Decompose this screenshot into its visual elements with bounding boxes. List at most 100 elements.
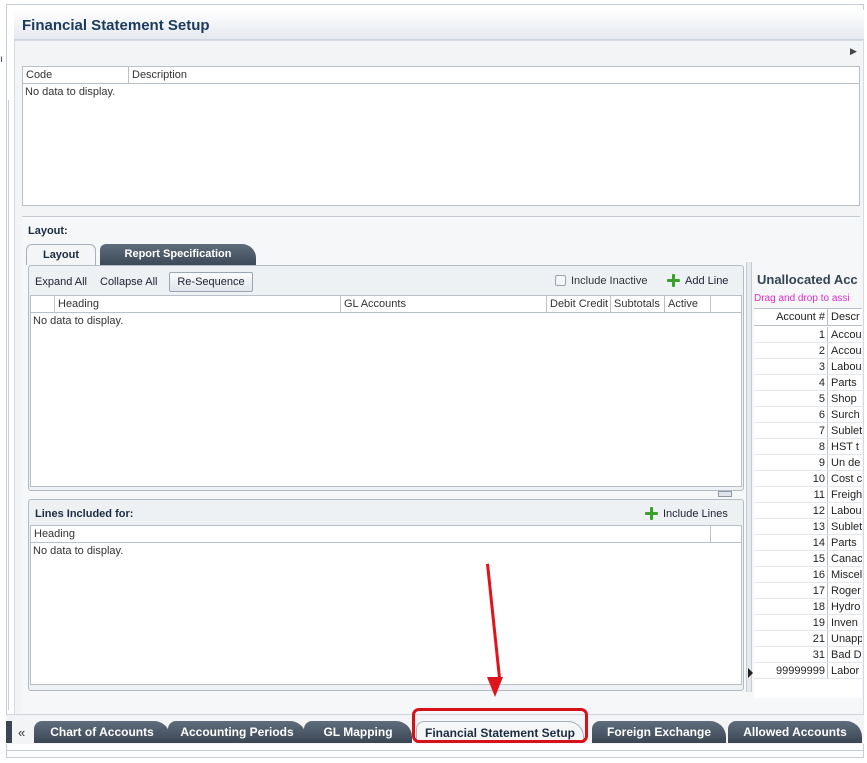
- page-title: Financial Statement Setup: [22, 17, 210, 34]
- lines-included-title: Lines Included for:: [35, 508, 134, 520]
- tab-gl-mapping[interactable]: GL Mapping: [304, 721, 412, 743]
- account-row[interactable]: 19 Inven: [754, 615, 862, 631]
- add-line-icon[interactable]: [667, 274, 680, 287]
- account-number: 1: [754, 327, 828, 343]
- column-header-description[interactable]: Description: [129, 67, 859, 83]
- column-header-active[interactable]: Active: [665, 296, 711, 312]
- tab-foreign-exchange[interactable]: Foreign Exchange: [592, 721, 726, 743]
- account-number: 11: [754, 487, 828, 503]
- include-lines-button[interactable]: Include Lines: [663, 508, 728, 520]
- account-row[interactable]: 16 Miscel: [754, 567, 862, 583]
- account-description: Labou: [831, 361, 862, 373]
- account-row[interactable]: 31 Bad D: [754, 647, 862, 663]
- account-number: 6: [754, 407, 828, 423]
- financial-statement-codes-table: Code Description No data to display.: [22, 66, 860, 206]
- account-row[interactable]: 14 Parts: [754, 535, 862, 551]
- account-description: Un de: [831, 457, 861, 469]
- account-description: Canac: [831, 553, 862, 565]
- account-number: 99999999: [754, 663, 828, 679]
- account-number: 16: [754, 567, 828, 583]
- account-row[interactable]: 18 Hydro: [754, 599, 862, 615]
- account-row[interactable]: 9 Un de: [754, 455, 862, 471]
- tab-scroll-left-edge: [6, 721, 12, 743]
- account-row[interactable]: 13 Sublet: [754, 519, 862, 535]
- account-description: Shop: [831, 393, 857, 405]
- account-number: 9: [754, 455, 828, 471]
- tab-allowed-accounts[interactable]: Allowed Accounts: [728, 721, 862, 743]
- account-row[interactable]: 99999999 Labor: [754, 663, 862, 679]
- account-number: 19: [754, 615, 828, 631]
- layout-label: Layout:: [28, 225, 68, 237]
- column-header-expander: [31, 296, 55, 312]
- include-inactive-checkbox[interactable]: [555, 275, 566, 286]
- account-row[interactable]: 1 Accou: [754, 327, 862, 343]
- include-lines-icon[interactable]: [645, 507, 658, 520]
- account-number: 10: [754, 471, 828, 487]
- row-divider: [754, 678, 862, 679]
- layout-grid-header: Heading GL Accounts Debit Credit Subtota…: [31, 296, 741, 313]
- layout-section: Layout: Layout Report Specification Expa…: [22, 216, 860, 731]
- scroll-right-icon[interactable]: ▶: [850, 46, 862, 56]
- expand-arrow-icon[interactable]: [748, 668, 753, 678]
- annotation-arrow-head: [487, 677, 503, 697]
- account-description: Surch: [831, 409, 860, 421]
- scroll-tabs-left-icon[interactable]: «: [18, 725, 25, 740]
- account-row[interactable]: 17 Roger: [754, 583, 862, 599]
- account-number: 14: [754, 535, 828, 551]
- account-description: Accou: [831, 329, 862, 341]
- drag-drop-hint: Drag and drop to assi: [754, 293, 850, 304]
- expand-all-button[interactable]: Expand All: [35, 276, 87, 288]
- column-header-gl-accounts[interactable]: GL Accounts: [341, 296, 547, 312]
- account-number: 4: [754, 375, 828, 391]
- column-header-debit-credit[interactable]: Debit Credit: [547, 296, 611, 312]
- account-description: Sublet: [831, 425, 862, 437]
- account-number: 21: [754, 631, 828, 647]
- add-line-button[interactable]: Add Line: [685, 275, 728, 287]
- resequence-button[interactable]: Re-Sequence: [169, 272, 253, 292]
- tab-layout[interactable]: Layout: [26, 244, 96, 265]
- account-number: 31: [754, 647, 828, 663]
- lines-grid-header: Heading: [31, 526, 741, 543]
- lines-included-panel: Lines Included for: Include Lines Headin…: [28, 499, 744, 691]
- account-row[interactable]: 4 Parts: [754, 375, 862, 391]
- account-description: Bad D: [831, 649, 862, 661]
- account-number: 13: [754, 519, 828, 535]
- column-header-subtotals[interactable]: Subtotals: [611, 296, 665, 312]
- account-row[interactable]: 15 Canac: [754, 551, 862, 567]
- column-header-code[interactable]: Code: [23, 67, 129, 83]
- tab-accounting-periods[interactable]: Accounting Periods: [168, 721, 306, 743]
- account-description: Parts: [831, 377, 857, 389]
- account-row[interactable]: 12 Labou: [754, 503, 862, 519]
- tab-chart-of-accounts[interactable]: Chart of Accounts: [34, 721, 170, 743]
- column-header-description[interactable]: Descr: [831, 309, 862, 325]
- account-description: Parts: [831, 537, 857, 549]
- account-row[interactable]: 5 Shop: [754, 391, 862, 407]
- account-row[interactable]: 21 Unapp: [754, 631, 862, 647]
- account-description: Unapp: [831, 633, 862, 645]
- account-number: 7: [754, 423, 828, 439]
- column-header-heading[interactable]: Heading: [55, 296, 341, 312]
- column-header-heading[interactable]: Heading: [31, 526, 711, 542]
- layout-panel: Expand All Collapse All Re-Sequence Incl…: [28, 265, 744, 491]
- unallocated-accounts-title: Unallocated Acc: [757, 272, 858, 287]
- account-row[interactable]: 3 Labou: [754, 359, 862, 375]
- account-description: Accou: [831, 345, 862, 357]
- account-row[interactable]: 11 Freigh: [754, 487, 862, 503]
- tab-report-specification[interactable]: Report Specification: [100, 244, 256, 265]
- account-description: Hydro: [831, 601, 861, 613]
- column-header-account-number[interactable]: Account #: [754, 309, 828, 325]
- empty-message: No data to display.: [33, 315, 124, 327]
- vertical-splitter[interactable]: [746, 262, 752, 692]
- bottom-divider: [6, 750, 864, 751]
- account-row[interactable]: 6 Surch: [754, 407, 862, 423]
- account-row[interactable]: 2 Accou: [754, 343, 862, 359]
- collapse-all-button[interactable]: Collapse All: [100, 276, 157, 288]
- title-bar: Financial Statement Setup: [14, 10, 864, 40]
- account-row[interactable]: 8 HST t: [754, 439, 862, 455]
- empty-message: No data to display.: [25, 86, 116, 98]
- splitter-handle[interactable]: [718, 491, 732, 497]
- account-number: 5: [754, 391, 828, 407]
- accounts-table-header: Account # Descr: [754, 309, 862, 326]
- account-row[interactable]: 10 Cost c: [754, 471, 862, 487]
- account-row[interactable]: 7 Sublet: [754, 423, 862, 439]
